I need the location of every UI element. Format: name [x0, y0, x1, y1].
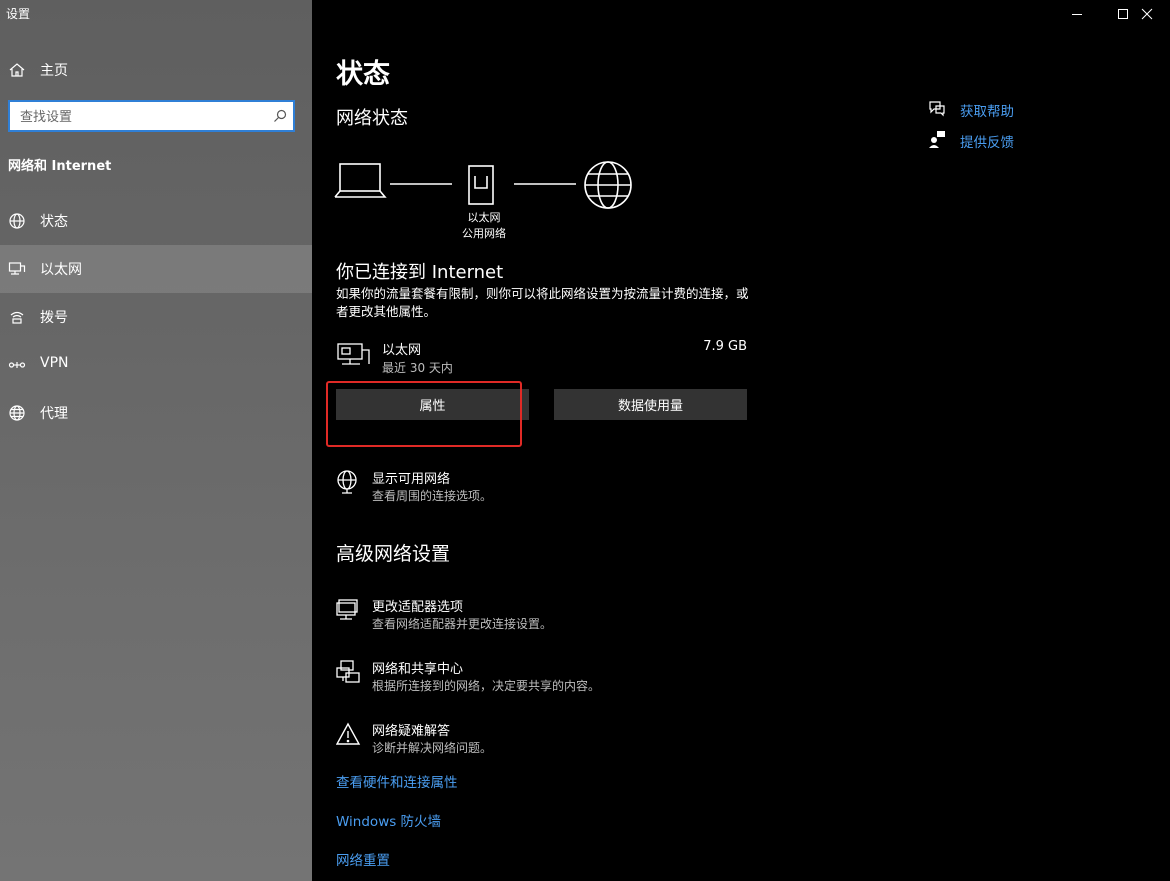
close-button[interactable] — [1124, 0, 1170, 28]
home-icon — [9, 63, 25, 77]
app-title: 设置 — [6, 7, 31, 21]
sidebar-item-label: 拨号 — [40, 310, 68, 326]
vpn-icon — [8, 362, 26, 368]
network-globe-icon — [337, 470, 357, 494]
network-reset-link[interactable]: 网络重置 — [336, 849, 390, 869]
network-status-heading: 网络状态 — [336, 108, 408, 129]
dialup-icon — [10, 311, 24, 324]
sidebar-section-label: 网络和 Internet — [8, 159, 112, 174]
sidebar-item-label: VPN — [40, 355, 69, 371]
warning-icon — [336, 722, 361, 745]
page-title: 状态 — [336, 59, 390, 90]
globe-icon — [9, 213, 25, 229]
show-networks-link[interactable]: 显示可用网络 — [372, 468, 450, 487]
ethernet-icon — [8, 262, 26, 275]
advanced-settings-heading: 高级网络设置 — [336, 543, 451, 565]
sidebar-item-label: 状态 — [40, 214, 68, 230]
adapter-options-link[interactable]: 更改适配器选项 — [372, 596, 463, 615]
firewall-link[interactable]: Windows 防火墙 — [336, 810, 441, 830]
adapter-options-desc: 查看网络适配器并更改连接设置。 — [372, 617, 553, 631]
connection-status-description: 如果你的流量套餐有限制，则你可以将此网络设置为按流量计费的连接，或者更改其他属性… — [336, 286, 749, 319]
sidebar-item-dialup[interactable]: 拨号 — [0, 293, 312, 341]
diagram-caption-line: 以太网 — [467, 211, 501, 224]
close-icon — [1141, 8, 1153, 20]
diagram-caption-line: 公用网络 — [462, 227, 506, 240]
get-help-icon — [929, 101, 945, 117]
minimize-button[interactable] — [1054, 0, 1100, 28]
sidebar-item-ethernet[interactable]: 以太网 — [0, 245, 312, 293]
hardware-properties-link[interactable]: 查看硬件和连接属性 — [336, 771, 458, 791]
sidebar-item-home[interactable]: 主页 — [0, 46, 312, 94]
ethernet-adapter-icon — [337, 343, 370, 365]
search-input[interactable] — [18, 107, 262, 127]
minimize-icon — [1072, 14, 1082, 15]
get-help-link[interactable]: 获取帮助 — [960, 100, 1014, 120]
sidebar: 设置 主页 网络和 Internet 状态 以太网 拨号 VP — [0, 0, 312, 881]
sharing-center-desc: 根据所连接到的网络，决定要共享的内容。 — [372, 679, 601, 693]
connection-name: 以太网 — [382, 343, 422, 358]
connection-data-usage: 7.9 GB — [703, 339, 747, 354]
network-diagram — [334, 161, 632, 209]
connection-status-heading: 你已连接到 Internet — [336, 262, 504, 283]
sidebar-item-label: 以太网 — [40, 262, 82, 278]
proxy-globe-icon — [9, 405, 25, 421]
sidebar-item-proxy[interactable]: 代理 — [0, 389, 312, 437]
laptop-icon — [334, 163, 387, 198]
ethernet-port-icon — [468, 165, 494, 205]
troubleshooter-desc: 诊断并解决网络问题。 — [372, 741, 493, 755]
show-networks-desc: 查看周围的连接选项。 — [372, 489, 493, 503]
feedback-link[interactable]: 提供反馈 — [960, 131, 1014, 151]
diagram-caption: 以太网 公用网络 — [452, 210, 516, 242]
sidebar-item-label: 代理 — [40, 406, 68, 422]
highlight-box — [326, 381, 522, 447]
adapter-icon — [336, 599, 358, 620]
search-icon[interactable] — [273, 109, 287, 123]
connection-period: 最近 30 天内 — [382, 361, 453, 375]
internet-globe-icon — [584, 161, 632, 209]
feedback-icon — [929, 131, 945, 148]
search-box[interactable] — [8, 100, 295, 132]
sidebar-item-status[interactable]: 状态 — [0, 197, 312, 245]
sidebar-item-label: 主页 — [40, 63, 68, 79]
troubleshooter-link[interactable]: 网络疑难解答 — [372, 720, 450, 739]
sidebar-item-vpn[interactable]: VPN — [0, 341, 312, 389]
data-usage-button[interactable]: 数据使用量 — [554, 389, 747, 420]
sharing-center-link[interactable]: 网络和共享中心 — [372, 658, 463, 677]
sharing-center-icon — [336, 660, 360, 683]
